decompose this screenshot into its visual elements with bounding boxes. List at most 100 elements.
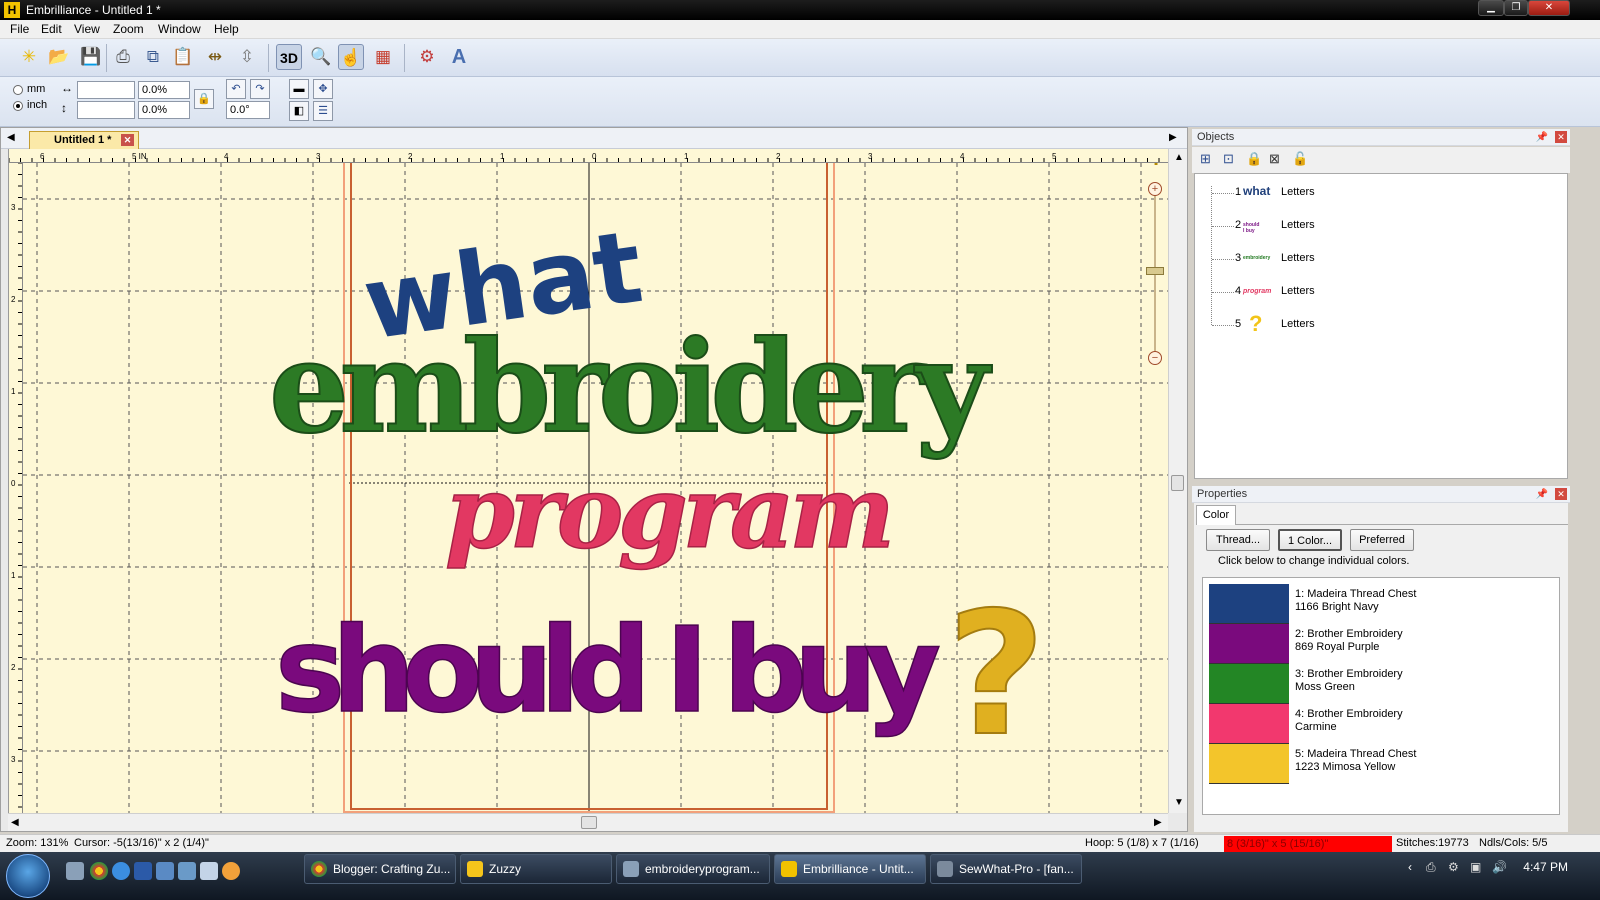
paste-icon[interactable]: 📋 [170,44,196,70]
align-top-icon[interactable]: ▬ [289,79,309,99]
3d-icon[interactable]: 3D [276,44,302,70]
height-percent-input[interactable]: 0.0% [138,101,190,119]
scroll-right-icon[interactable]: ▶ [1154,817,1162,828]
lock-ratio-icon[interactable]: 🔒 [194,89,214,109]
lock-icon[interactable]: 🔒 [1246,151,1262,167]
tab-scroll-right-icon[interactable]: ▶ [1169,132,1177,143]
zoom-slider-thumb[interactable] [1146,267,1164,275]
tray-expand-icon[interactable]: ‹ [1408,860,1412,874]
task-sewwhat-pro[interactable]: SewWhat-Pro - [fan... [930,854,1082,884]
print-icon[interactable]: ⎙ [110,44,136,70]
maximize-button[interactable]: ❐ [1504,0,1528,16]
group-icon[interactable]: ⊞ [1200,151,1211,167]
mirror-h-icon[interactable]: ⇹ [202,44,228,70]
app-icon-orange[interactable] [222,862,240,880]
thread-button[interactable]: Thread... [1206,529,1270,551]
objects-close-icon[interactable]: ✕ [1555,131,1567,143]
menu-file[interactable]: File [10,22,29,37]
explorer-icon[interactable] [156,862,174,880]
design-canvas[interactable]: what embroidery program should I buy ? ✜… [8,149,1168,813]
color-swatch[interactable] [1209,624,1289,664]
zoom-in-icon[interactable]: + [1148,182,1162,196]
start-button[interactable] [6,854,50,898]
objects-list[interactable]: 1 what Letters 2 should I buy Letters 3 … [1194,173,1568,479]
tab-close-icon[interactable]: ✕ [121,134,134,146]
distribute-icon[interactable]: ☰ [313,101,333,121]
task-embroideryprogram[interactable]: embroideryprogram... [616,854,770,884]
unlock-icon[interactable]: 🔓 [1292,151,1308,167]
properties-close-icon[interactable]: ✕ [1555,488,1567,500]
clock[interactable]: 4:47 PM [1523,860,1568,874]
tab-untitled-1[interactable]: Untitled 1 * ✕ [29,131,139,149]
save-icon[interactable]: 💾 [78,44,104,70]
vertical-scroll-thumb[interactable] [1171,475,1184,491]
color-row[interactable]: 4: Brother Embroidery Carmine [1209,704,1549,744]
zoom-out-icon[interactable]: − [1148,351,1162,365]
horizontal-scrollbar[interactable]: ◀ ▶ [8,813,1168,831]
minimize-button[interactable]: ▁ [1478,0,1504,16]
delete-object-icon[interactable]: ⊠ [1269,151,1280,167]
horizontal-scroll-thumb[interactable] [581,816,597,829]
color-row[interactable]: 3: Brother Embroidery Moss Green [1209,664,1549,704]
preferred-button[interactable]: Preferred [1350,529,1414,551]
menu-view[interactable]: View [74,22,100,37]
magnifier-icon[interactable]: 🔍 [308,44,334,70]
vertical-scrollbar[interactable]: ▲ ▼ [1168,149,1187,813]
menu-edit[interactable]: Edit [41,22,62,37]
one-color-button[interactable]: 1 Color... [1278,529,1342,551]
window-switch-icon[interactable] [178,862,196,880]
rotation-input[interactable]: 0.0° [226,101,270,119]
width-input[interactable] [77,81,135,99]
color-row[interactable]: 5: Madeira Thread Chest 1223 Mimosa Yello… [1209,744,1549,784]
settings-icon[interactable]: ⚙ [414,44,440,70]
ruler-h-label: 2 [776,152,781,161]
embroidery-design[interactable]: what embroidery program should I buy ? [9,149,1168,813]
color-row[interactable]: 2: Brother Embroidery 869 Royal Purple [1209,624,1549,664]
word-icon[interactable] [134,862,152,880]
tray-app-icon[interactable]: ⚙ [1448,860,1459,874]
pin-icon[interactable]: 📌 [1536,130,1548,146]
volume-icon[interactable]: 🔊 [1492,860,1507,874]
show-desktop-icon[interactable] [66,862,84,880]
tab-scroll-left-icon[interactable]: ◀ [7,132,15,143]
tab-color[interactable]: Color [1196,505,1236,525]
chrome-icon[interactable] [90,862,108,880]
menu-zoom[interactable]: Zoom [113,22,144,37]
pin-icon[interactable]: 📌 [1536,487,1548,503]
text-icon[interactable]: A [446,44,472,70]
close-button[interactable]: ✕ [1528,0,1570,16]
rotate-right-icon[interactable]: ↷ [250,79,270,99]
center-icon[interactable]: ✥ [313,79,333,99]
scroll-left-icon[interactable]: ◀ [11,817,19,828]
ie-icon[interactable] [112,862,130,880]
width-percent-input[interactable]: 0.0% [138,81,190,99]
unit-inch-radio[interactable] [13,101,23,111]
pointer-icon[interactable]: ☝ [338,44,364,70]
scroll-up-icon[interactable]: ▲ [1174,152,1184,163]
color-row[interactable]: 1: Madeira Thread Chest 1166 Bright Navy [1209,584,1549,624]
color-swatch[interactable] [1209,584,1289,624]
color-swatch[interactable] [1209,744,1289,784]
color-swatch[interactable] [1209,704,1289,744]
task-zuzzy[interactable]: Zuzzy [460,854,612,884]
ungroup-icon[interactable]: ⊡ [1223,151,1234,167]
unit-mm-radio[interactable] [13,85,23,95]
color-swatch[interactable] [1209,664,1289,704]
stitch-player-icon[interactable]: ▦ [370,44,396,70]
printer-tray-icon[interactable]: ⎙ [1426,860,1436,875]
scroll-down-icon[interactable]: ▼ [1174,797,1184,808]
align-left-icon[interactable]: ◧ [289,101,309,121]
new-icon[interactable]: ✳ [16,44,42,70]
menu-window[interactable]: Window [158,22,201,37]
height-input[interactable] [77,101,135,119]
copy-icon[interactable]: ⧉ [140,44,166,70]
mirror-v-icon[interactable]: ⇳ [234,44,260,70]
menu-help[interactable]: Help [214,22,239,37]
color-list[interactable]: 1: Madeira Thread Chest 1166 Bright Navy … [1202,577,1560,815]
open-icon[interactable]: 📂 [46,44,72,70]
desktop-icon[interactable] [200,862,218,880]
network-icon[interactable]: ▣ [1470,860,1481,874]
task-embrilliance[interactable]: Embrilliance - Untit... [774,854,926,884]
task-blogger[interactable]: Blogger: Crafting Zu... [304,854,456,884]
rotate-left-icon[interactable]: ↶ [226,79,246,99]
